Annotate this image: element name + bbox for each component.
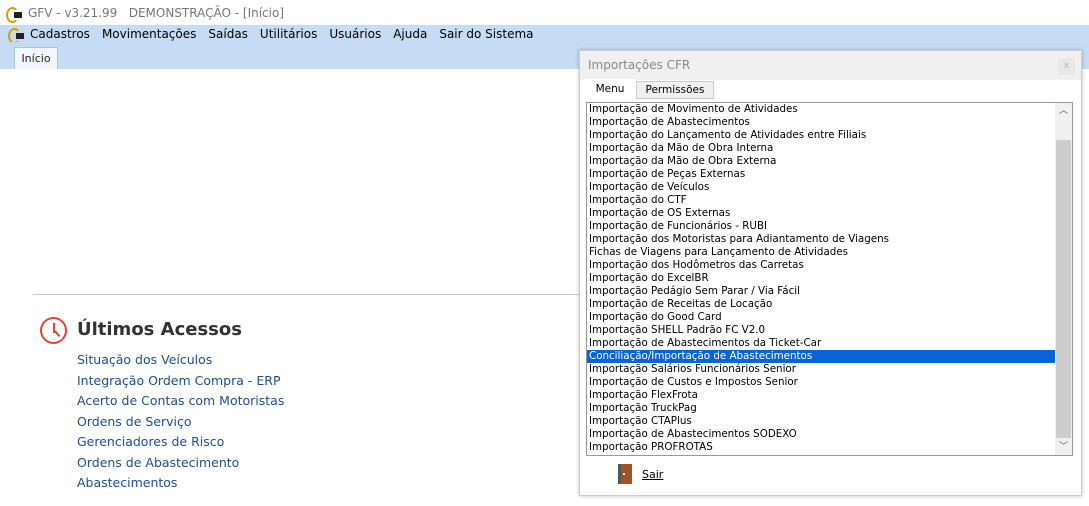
dialog-title: Importações CFR (588, 58, 691, 72)
sair-label: Sair (642, 467, 664, 481)
recent-link[interactable]: Abastecimentos (77, 474, 284, 495)
menu-movimentacoes[interactable]: Movimentações (102, 27, 196, 41)
list-item[interactable]: Importação PROFROTAS (587, 441, 1056, 454)
list-item[interactable]: Importação CTAPlus (587, 415, 1056, 428)
list-item[interactable]: Importação do ExcelBR (587, 272, 1056, 285)
list-item[interactable]: Importação de Abastecimentos (587, 116, 1056, 129)
recent-link[interactable]: Ordens de Serviço (77, 413, 284, 434)
list-item[interactable]: Importação dos Motoristas para Adiantame… (587, 233, 1056, 246)
clock-icon (40, 317, 67, 344)
divider (33, 294, 581, 295)
recent-link[interactable]: Integração Ordem Compra - ERP (77, 372, 284, 393)
list-item[interactable]: Importação do Lançamento de Atividades e… (587, 129, 1056, 142)
list-item[interactable]: Importação do Good Card (587, 311, 1056, 324)
menu-sair-do-sistema[interactable]: Sair do Sistema (439, 27, 533, 41)
list-item[interactable]: Importação Salários Funcionários Senior (587, 363, 1056, 376)
recent-list: Situação dos Veículos Integração Ordem C… (77, 351, 284, 495)
menu-ajuda[interactable]: Ajuda (393, 27, 427, 41)
menu-usuarios[interactable]: Usuários (329, 27, 381, 41)
menu-saidas[interactable]: Saídas (208, 27, 248, 41)
list-item[interactable]: Importação dos Hodômetros das Carretas (587, 259, 1056, 272)
menu-cadastros[interactable]: Cadastros (30, 27, 90, 41)
tab-permissoes[interactable]: Permissões (636, 81, 714, 99)
menu-bar: Cadastros Movimentações Saídas Utilitári… (0, 25, 1089, 44)
recent-link[interactable]: Acerto de Contas com Motoristas (77, 392, 284, 413)
chevron-up-icon[interactable]: ︿ (1055, 103, 1072, 119)
list-item[interactable]: Conciliação/Importação de Abastecimentos (587, 350, 1056, 363)
scrollbar-thumb[interactable] (1056, 140, 1071, 438)
door-icon (618, 464, 632, 484)
importacoes-dialog: Importações CFR x Menu Permissões Import… (579, 50, 1082, 496)
list-item[interactable]: Fichas de Viagens para Lançamento de Ati… (587, 246, 1056, 259)
list-item[interactable]: Importação SHELL Padrão FC V2.0 (587, 324, 1056, 337)
window-title: GFV - v3.21.99 DEMONSTRAÇÃO - [Início] (28, 5, 285, 20)
recent-link[interactable]: Situação dos Veículos (77, 351, 284, 372)
chevron-down-icon[interactable]: ﹀ (1055, 439, 1072, 455)
title-bar: GFV - v3.21.99 DEMONSTRAÇÃO - [Início] (0, 0, 1089, 25)
list-item[interactable]: Importação da Mão de Obra Externa (587, 155, 1056, 168)
list-item[interactable]: Importação do CTF (587, 194, 1056, 207)
list-item[interactable]: Importação de Peças Externas (587, 168, 1056, 181)
list-item[interactable]: Importação TruckPag (587, 402, 1056, 415)
scrollbar[interactable]: ︿ ﹀ (1055, 103, 1072, 455)
list-item[interactable]: Importação de Receitas de Locação (587, 298, 1056, 311)
app-logo-icon (6, 6, 22, 23)
list-item[interactable]: Importação Pedágio Sem Parar / Via Fácil (587, 285, 1056, 298)
sair-button[interactable]: Sair (618, 464, 663, 484)
tab-inicio[interactable]: Início (14, 47, 58, 69)
list-item[interactable]: Importação de Custos e Impostos Senior (587, 376, 1056, 389)
menu-utilitarios[interactable]: Utilitários (260, 27, 317, 41)
recent-link[interactable]: Ordens de Abastecimento (77, 454, 284, 475)
recent-link[interactable]: Gerenciadores de Risco (77, 433, 284, 454)
list-item[interactable]: Importação de Funcionários - RUBI (587, 220, 1056, 233)
recent-title: Últimos Acessos (77, 319, 242, 340)
list-item[interactable]: Importação de OS Externas (587, 207, 1056, 220)
tab-menu[interactable]: Menu (584, 79, 636, 99)
import-list[interactable]: Importação de Movimento de Atividades Imp… (586, 102, 1073, 456)
list-item[interactable]: Importação de Abastecimentos SODEXO (587, 428, 1056, 441)
list-item[interactable]: Importação de Veículos (587, 181, 1056, 194)
close-button[interactable]: x (1058, 58, 1075, 75)
app-logo-icon (8, 27, 24, 44)
list-item[interactable]: Importação de Abastecimentos da Ticket-C… (587, 337, 1056, 350)
list-item[interactable]: Importação FlexFrota (587, 389, 1056, 402)
list-item[interactable]: Importação da Mão de Obra Interna (587, 142, 1056, 155)
list-item[interactable]: Importação de Movimento de Atividades (587, 103, 1056, 116)
